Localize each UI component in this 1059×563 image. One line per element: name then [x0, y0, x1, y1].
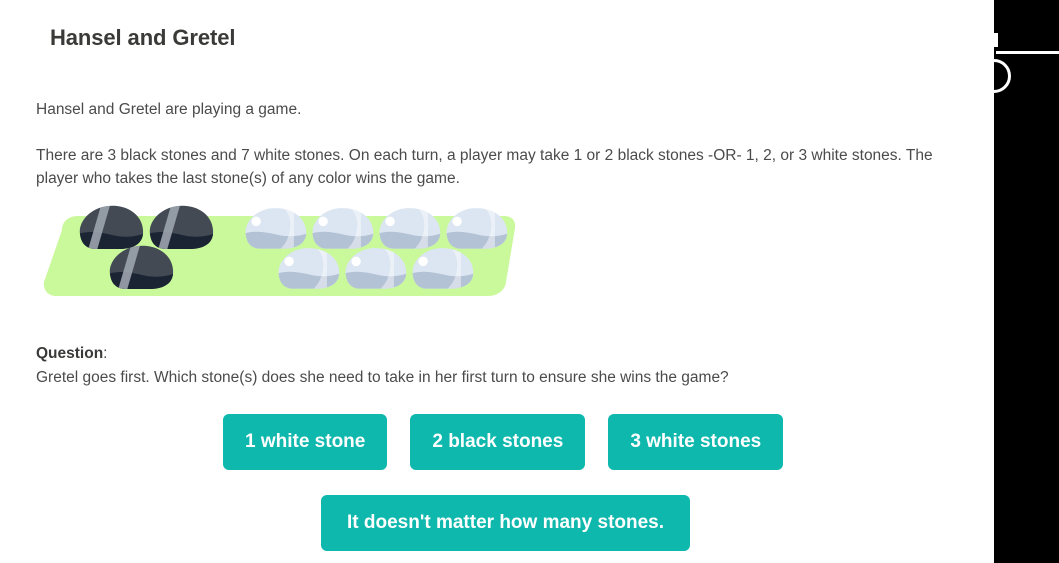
panel-horizontal-rule — [996, 51, 1059, 54]
lesson-content-area: Hansel and Gretel Hansel and Gretel are … — [0, 0, 994, 563]
panel-circle-outline-icon — [994, 59, 1011, 93]
question-text: Gretel goes first. Which stone(s) does s… — [36, 369, 729, 386]
answer-option-2-black-stones[interactable]: 2 black stones — [410, 414, 586, 470]
answer-option-1-white-stone[interactable]: 1 white stone — [223, 414, 388, 470]
black-stone — [74, 202, 146, 250]
question-heading: Question: — [36, 342, 729, 365]
answer-option-3-white-stones[interactable]: 3 white stones — [608, 414, 784, 470]
right-side-panel — [994, 0, 1059, 563]
answer-option-doesnt-matter[interactable]: It doesn't matter how many stones. — [321, 495, 691, 551]
answer-options-row-2: It doesn't matter how many stones. — [321, 495, 691, 551]
panel-tick-mark — [994, 33, 998, 47]
intro-paragraph: Hansel and Gretel are playing a game. — [36, 100, 302, 118]
stones-illustration — [36, 196, 526, 308]
question-label: Question — [36, 345, 104, 362]
question-block: Question: Gretel goes first. Which stone… — [36, 342, 729, 389]
page-title: Hansel and Gretel — [50, 24, 236, 50]
answer-options-row-1: 1 white stone 2 black stones 3 white sto… — [223, 414, 784, 470]
question-colon: : — [103, 345, 108, 362]
rules-paragraph: There are 3 black stones and 7 white sto… — [36, 146, 933, 187]
black-stone — [144, 202, 216, 250]
